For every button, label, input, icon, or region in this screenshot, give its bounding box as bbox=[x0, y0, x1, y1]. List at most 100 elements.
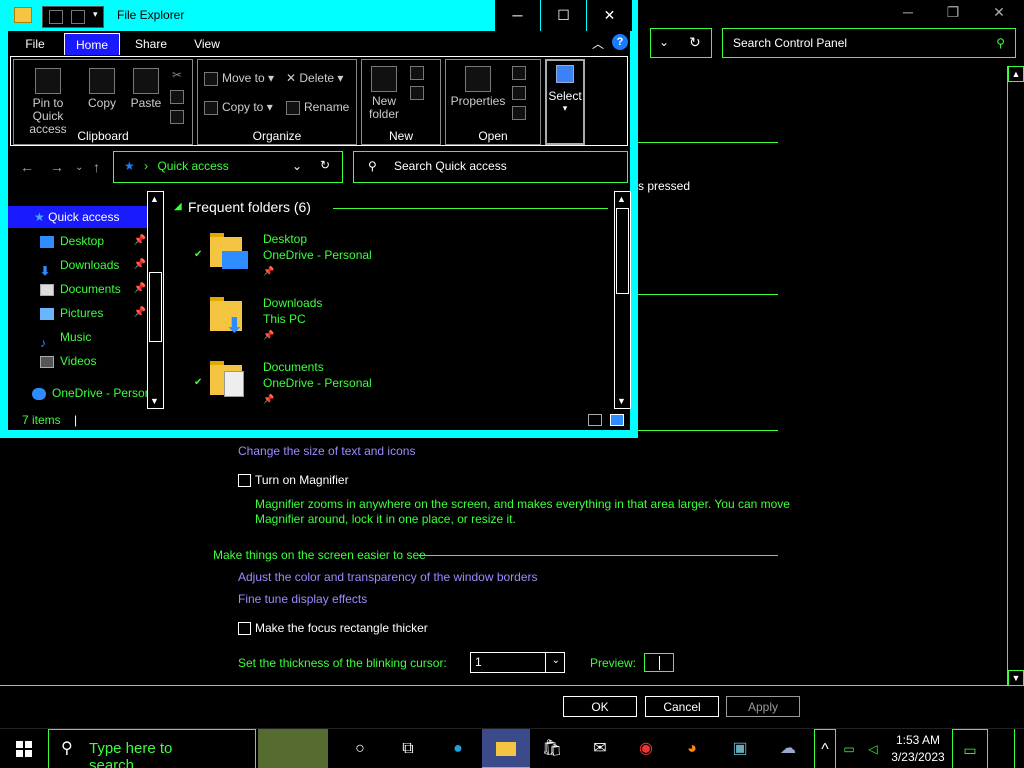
nav-music[interactable]: ♪ Music bbox=[8, 326, 148, 348]
folder-item[interactable]: Downloads This PC 📌 bbox=[263, 295, 322, 343]
folder-item[interactable]: Documents OneDrive - Personal 📌 bbox=[263, 359, 372, 407]
folder-item[interactable]: Desktop OneDrive - Personal 📌 bbox=[263, 231, 372, 279]
search-quick-access-input[interactable]: ⚲ Search Quick access bbox=[353, 151, 628, 183]
search-icon[interactable]: ⚲ bbox=[996, 36, 1005, 50]
scroll-up-icon[interactable]: ▲ bbox=[1008, 66, 1024, 82]
history-icon[interactable] bbox=[512, 106, 526, 120]
up-arrow-icon[interactable]: ↑ bbox=[93, 159, 100, 175]
edit-icon[interactable] bbox=[512, 86, 526, 100]
network-icon[interactable]: ▭ bbox=[838, 729, 860, 768]
cortana-icon[interactable]: ○ bbox=[336, 729, 384, 768]
scroll-up-icon[interactable]: ▲ bbox=[617, 194, 626, 204]
volume-muted-icon[interactable]: ◁ bbox=[862, 729, 884, 768]
focus-rect-checkbox[interactable] bbox=[238, 622, 251, 635]
content-scrollbar[interactable]: ▲ ▼ bbox=[614, 191, 631, 409]
new-item-icon[interactable] bbox=[410, 66, 424, 80]
cp-vertical-scrollbar[interactable]: ▲ ▼ bbox=[1007, 66, 1024, 686]
mail-icon[interactable]: ✉ bbox=[576, 729, 624, 768]
maximize-button[interactable]: ☐ bbox=[540, 0, 586, 31]
cp-restore-button[interactable]: ❐ bbox=[933, 2, 973, 22]
copy-to-button[interactable]: Copy to ▾ bbox=[204, 101, 273, 115]
folder-desktop-icon[interactable] bbox=[208, 231, 250, 273]
focus-rect-label[interactable]: Make the focus rectangle thicker bbox=[255, 621, 428, 635]
tab-file[interactable]: File bbox=[14, 33, 56, 55]
show-desktop-button[interactable] bbox=[1014, 729, 1024, 768]
cancel-button[interactable]: Cancel bbox=[645, 696, 719, 717]
select-button[interactable]: Select ▾ bbox=[545, 59, 585, 145]
properties-button[interactable]: Properties bbox=[448, 66, 508, 108]
cp-minimize-button[interactable]: ─ bbox=[888, 2, 928, 22]
magnifier-label[interactable]: Turn on Magnifier bbox=[255, 473, 349, 487]
move-to-button[interactable]: Move to ▾ bbox=[204, 72, 274, 86]
forward-arrow-icon[interactable]: → bbox=[50, 159, 64, 175]
copy-button[interactable]: Copy bbox=[84, 68, 120, 110]
scroll-down-icon[interactable]: ▼ bbox=[150, 396, 159, 406]
chevron-down-icon[interactable]: ▾ bbox=[93, 9, 98, 20]
scroll-up-icon[interactable]: ▲ bbox=[150, 194, 159, 204]
nav-desktop[interactable]: Desktop 📌 bbox=[8, 230, 148, 252]
chevron-down-icon[interactable]: ⌄ bbox=[659, 35, 669, 49]
paste-shortcut-icon[interactable] bbox=[170, 110, 184, 124]
copy-path-icon[interactable] bbox=[170, 90, 184, 104]
back-arrow-icon[interactable]: ← bbox=[20, 159, 34, 175]
collapse-icon[interactable]: ◢ bbox=[174, 201, 182, 212]
new-folder-button[interactable]: New folder bbox=[364, 66, 404, 121]
close-button[interactable]: ✕ bbox=[586, 0, 632, 31]
file-explorer-taskbar-icon[interactable] bbox=[482, 729, 530, 768]
large-icons-view-icon[interactable] bbox=[610, 414, 624, 426]
delete-button[interactable]: ✕ Delete ▾ bbox=[286, 72, 343, 85]
minimize-button[interactable]: ─ bbox=[494, 0, 540, 31]
recent-locations-icon[interactable]: ⌄ bbox=[75, 162, 83, 173]
link-window-borders[interactable]: Adjust the color and transparency of the… bbox=[238, 570, 538, 584]
chevron-down-icon[interactable]: ⌄ bbox=[292, 159, 302, 173]
address-bar[interactable]: ★ › Quick access ⌄ ↻ bbox=[113, 151, 343, 183]
pin-quick-access-button[interactable]: Pin to Quick access bbox=[16, 68, 80, 136]
folder-documents-icon[interactable] bbox=[208, 359, 250, 401]
paste-button[interactable]: Paste bbox=[126, 68, 166, 110]
cp-address-bar[interactable]: ⌄ ↻ bbox=[650, 28, 712, 58]
clock[interactable]: 1:53 AM 3/23/2023 bbox=[888, 732, 948, 766]
notifications-icon[interactable]: ▭ bbox=[952, 729, 988, 768]
details-view-icon[interactable] bbox=[588, 414, 602, 426]
store-icon[interactable]: 🛍 bbox=[528, 729, 576, 768]
refresh-icon[interactable]: ↻ bbox=[320, 158, 330, 172]
tab-home[interactable]: Home bbox=[64, 33, 120, 55]
scroll-down-icon[interactable]: ▼ bbox=[1008, 670, 1024, 686]
start-button[interactable] bbox=[0, 729, 48, 768]
quick-access-toolbar[interactable]: ▾ bbox=[42, 6, 104, 28]
chrome-icon[interactable]: ◉ bbox=[622, 729, 670, 768]
scroll-thumb[interactable] bbox=[149, 272, 162, 342]
edge-icon[interactable]: ● bbox=[434, 729, 482, 768]
ok-button[interactable]: OK bbox=[563, 696, 637, 717]
taskbar-search-input[interactable]: ⚲ Type here to search bbox=[48, 729, 256, 768]
firefox-icon[interactable]: ◕ bbox=[668, 729, 716, 768]
scroll-down-icon[interactable]: ▼ bbox=[617, 396, 626, 406]
properties-icon[interactable] bbox=[49, 10, 63, 24]
nav-onedrive[interactable]: OneDrive - Personal bbox=[8, 382, 148, 404]
cp-search-input[interactable]: Search Control Panel ⚲ bbox=[722, 28, 1016, 58]
link-display-effects[interactable]: Fine tune display effects bbox=[238, 592, 367, 606]
cut-icon[interactable]: ✂ bbox=[172, 68, 182, 82]
tab-view[interactable]: View bbox=[184, 33, 230, 55]
cursor-thickness-select[interactable]: 1 ⌄ bbox=[470, 652, 565, 673]
refresh-icon[interactable]: ↻ bbox=[689, 34, 701, 51]
nav-pane-scrollbar[interactable]: ▲ ▼ bbox=[147, 191, 164, 409]
collapse-ribbon-icon[interactable]: ︿ bbox=[592, 35, 604, 52]
scroll-thumb[interactable] bbox=[616, 208, 629, 294]
cp-close-button[interactable]: ✕ bbox=[979, 2, 1019, 22]
link-text-size[interactable]: Change the size of text and icons bbox=[238, 444, 415, 458]
nav-pictures[interactable]: Pictures 📌 bbox=[8, 302, 148, 324]
onedrive-icon[interactable]: ☁ bbox=[764, 729, 812, 768]
search-highlight-image[interactable] bbox=[258, 729, 328, 768]
nav-downloads[interactable]: ⬇ Downloads 📌 bbox=[8, 254, 148, 276]
nav-quick-access[interactable]: ★ Quick access bbox=[8, 206, 148, 228]
open-icon[interactable] bbox=[512, 66, 526, 80]
easy-access-icon[interactable] bbox=[410, 86, 424, 100]
chevron-up-icon[interactable]: ^ bbox=[814, 729, 836, 768]
apply-button[interactable]: Apply bbox=[726, 696, 800, 717]
nav-documents[interactable]: Documents 📌 bbox=[8, 278, 148, 300]
magnifier-checkbox[interactable] bbox=[238, 474, 251, 487]
task-view-icon[interactable]: ⧉ bbox=[384, 729, 432, 768]
nav-videos[interactable]: Videos bbox=[8, 350, 148, 372]
tab-share[interactable]: Share bbox=[128, 33, 174, 55]
